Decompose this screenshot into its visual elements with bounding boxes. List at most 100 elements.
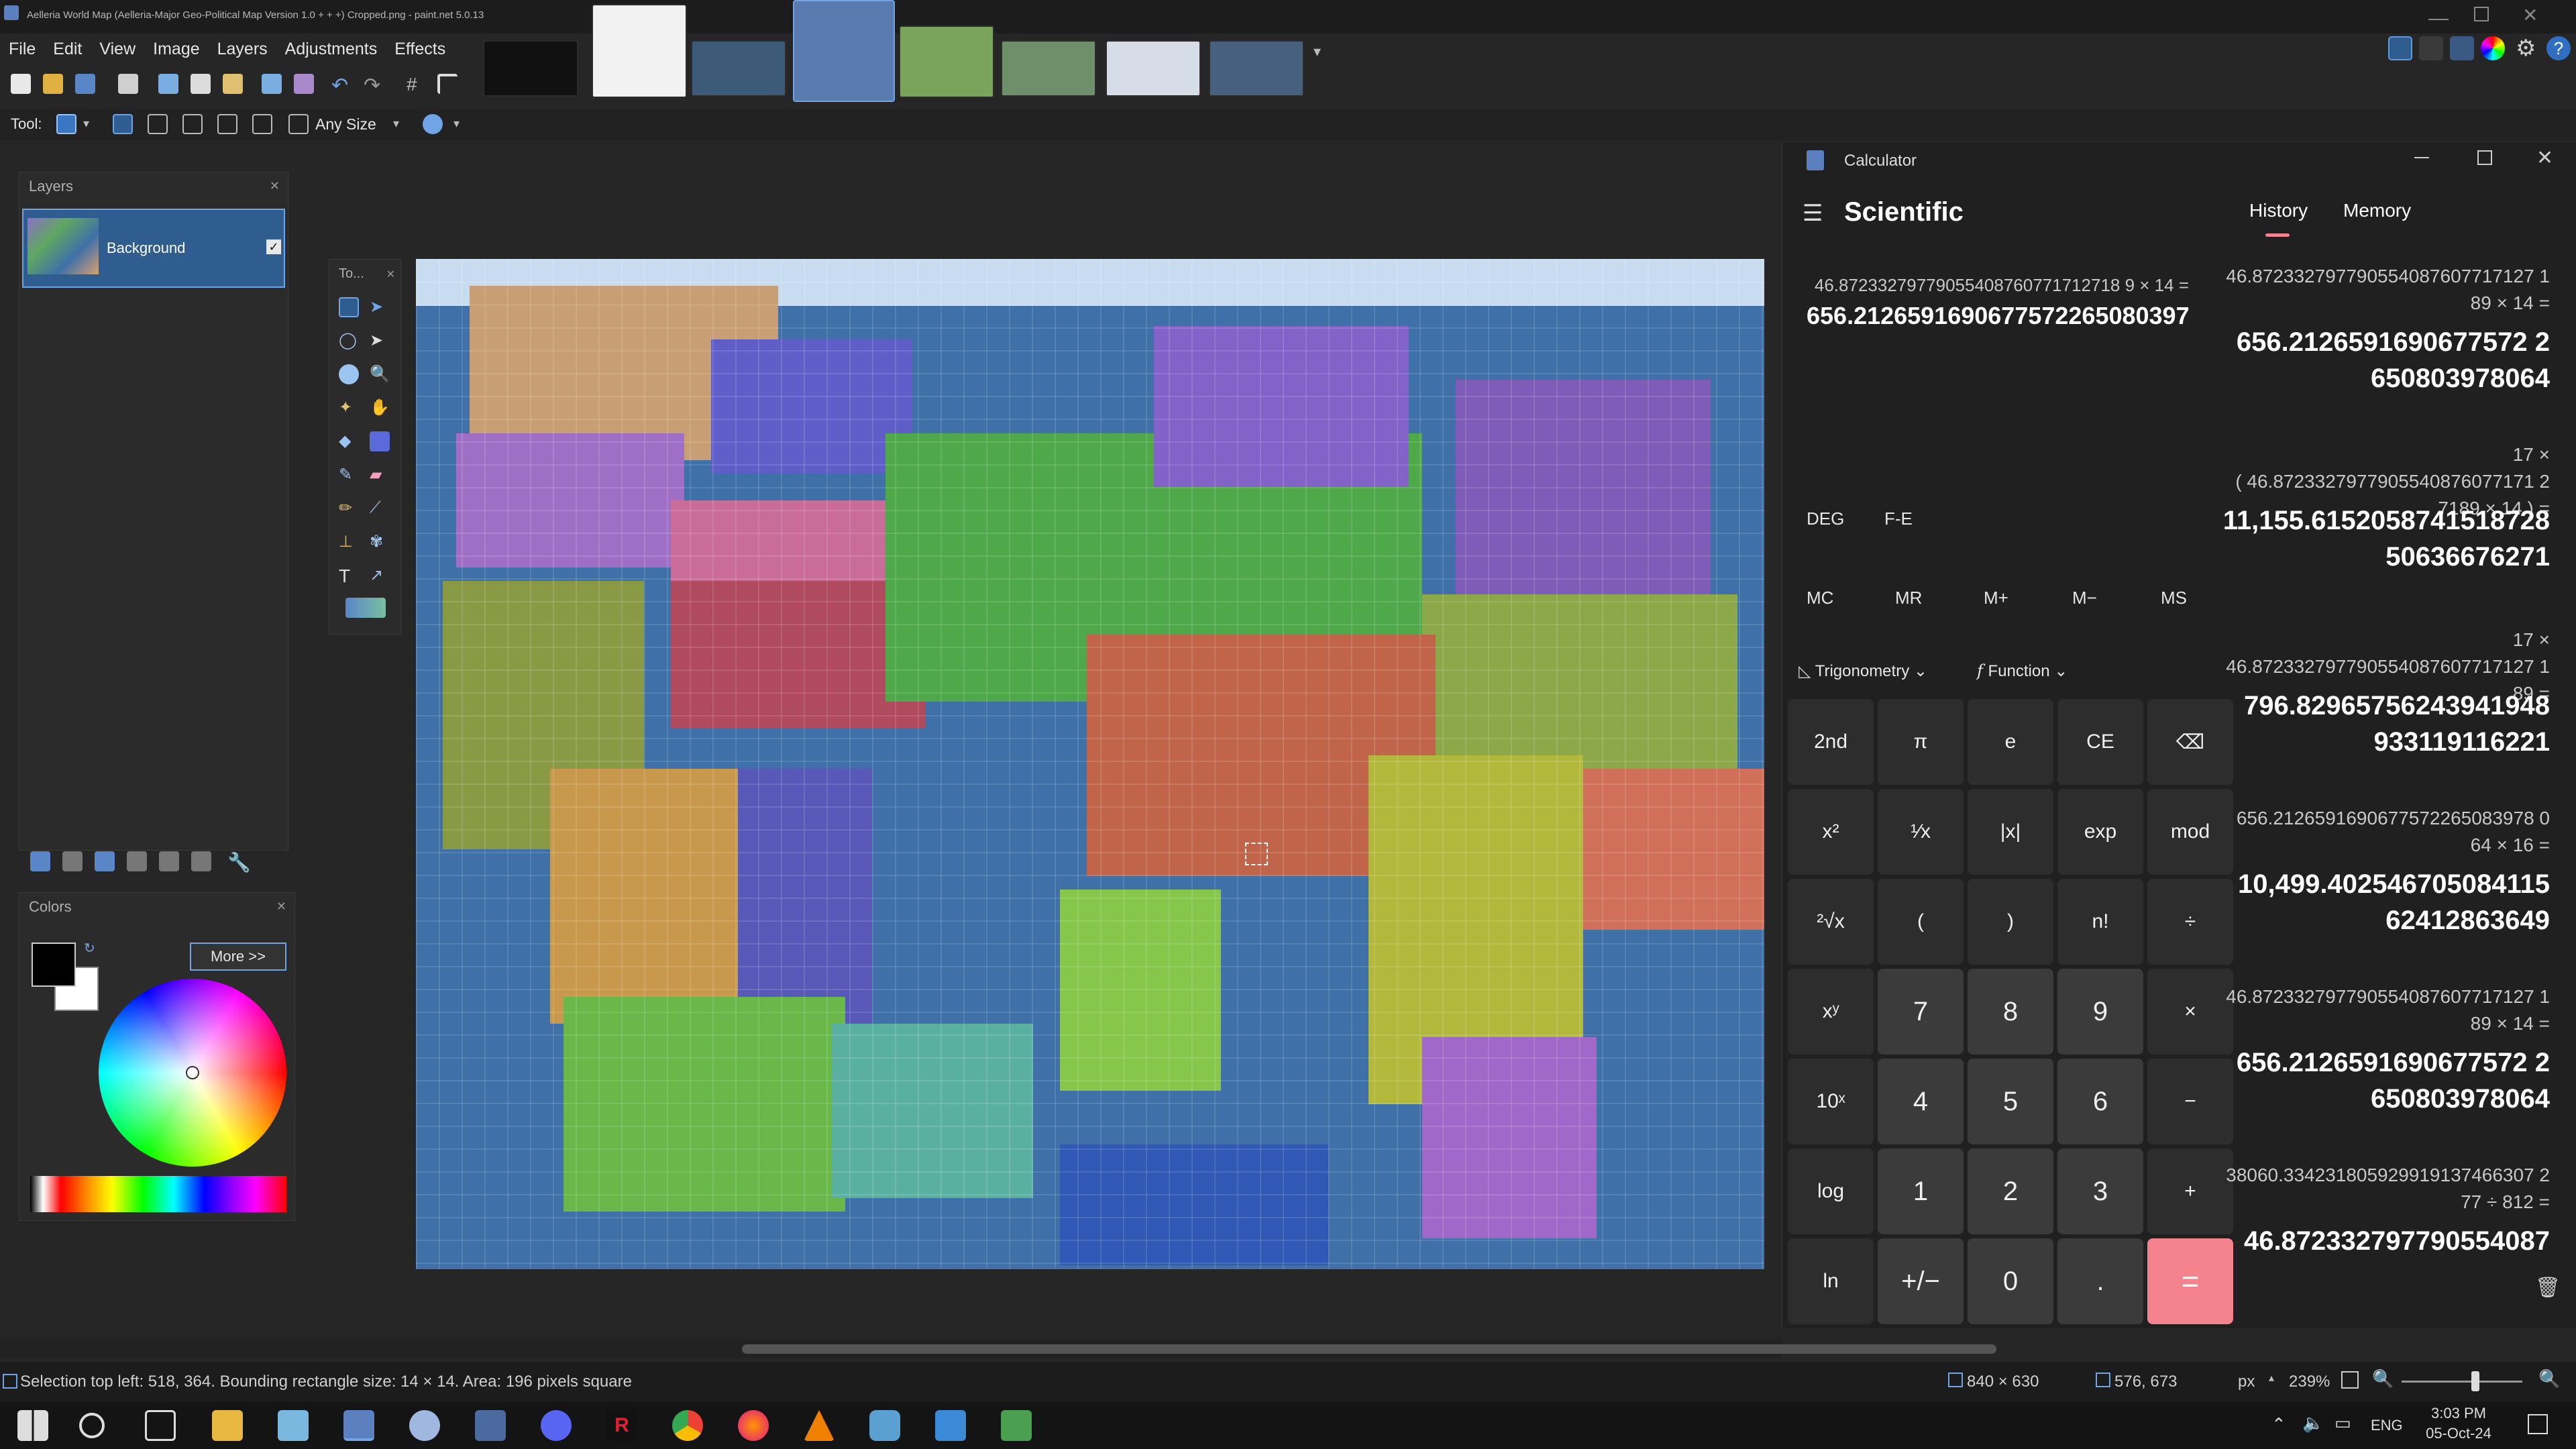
selection-mode-invert-icon[interactable] [252, 114, 272, 134]
abs-button[interactable]: |x| [1968, 789, 2053, 875]
zoom-out-icon[interactable]: 🔍 [2372, 1368, 2394, 1389]
square-button[interactable]: x² [1788, 789, 1874, 875]
ln-button[interactable]: ln [1788, 1238, 1874, 1324]
zoom-in-icon[interactable]: 🔍 [2538, 1368, 2560, 1389]
ten-power-button[interactable]: 10ˣ [1788, 1059, 1874, 1144]
digit-2-button[interactable]: 2 [1968, 1148, 2053, 1234]
scrollbar-thumb[interactable] [742, 1344, 1996, 1354]
calc-maximize-button[interactable] [2477, 150, 2492, 165]
selection-mode-union-icon[interactable] [148, 114, 168, 134]
second-button[interactable]: 2nd [1788, 699, 1874, 785]
search-icon[interactable] [79, 1413, 105, 1438]
paintbrush-icon[interactable]: ✎ [339, 465, 359, 485]
chrome-icon[interactable] [672, 1410, 703, 1441]
sqrt-button[interactable]: ²√x [1788, 879, 1874, 965]
digit-4-button[interactable]: 4 [1878, 1059, 1964, 1144]
colors-toggle-icon[interactable] [2481, 36, 2505, 60]
start-windows-icon[interactable] [17, 1410, 48, 1441]
antialias-icon[interactable] [423, 114, 443, 134]
photos-icon[interactable] [935, 1410, 966, 1441]
layer-properties-icon[interactable]: 🔧 [227, 851, 251, 873]
recolor-icon[interactable]: ✾ [370, 532, 390, 552]
crop-icon[interactable] [262, 74, 282, 94]
tools-toggle-icon[interactable] [2388, 36, 2412, 60]
m-plus-button[interactable]: M+ [1984, 588, 2008, 608]
discord-icon[interactable] [541, 1410, 572, 1441]
add-layer-icon[interactable] [30, 851, 50, 871]
palette-strip[interactable] [30, 1176, 286, 1212]
antialias-dropdown-icon[interactable]: ▾ [453, 117, 460, 131]
layers-panel-close-icon[interactable]: ✕ [270, 179, 280, 193]
tabs-dropdown-icon[interactable]: ▾ [1313, 43, 1321, 60]
image-tab[interactable] [1001, 40, 1096, 97]
fe-button[interactable]: F-E [1884, 508, 1913, 529]
unit-selector[interactable]: px [2238, 1373, 2255, 1391]
pencil-icon[interactable]: ✏ [339, 498, 359, 519]
zoom-slider-track[interactable] [2402, 1371, 2522, 1391]
cut-icon[interactable] [158, 74, 178, 94]
exp-button[interactable]: exp [2057, 789, 2143, 875]
clone-stamp-icon[interactable]: ⊥ [339, 532, 359, 552]
merge-layer-icon[interactable] [127, 851, 147, 871]
tab-history[interactable]: History [2249, 200, 2308, 221]
ellipse-select-icon[interactable] [339, 364, 359, 384]
move-selected-icon[interactable]: ➤ [370, 297, 390, 317]
factorial-button[interactable]: n! [2057, 879, 2143, 965]
rectangle-select-icon[interactable] [339, 297, 359, 317]
tray-chevron-icon[interactable]: ⌃ [2271, 1414, 2286, 1435]
digit-9-button[interactable]: 9 [2057, 969, 2143, 1055]
delete-layer-icon[interactable] [62, 851, 83, 871]
menu-view[interactable]: View [91, 40, 144, 59]
pi-button[interactable]: π [1878, 699, 1964, 785]
pan-icon[interactable]: ✋ [370, 398, 390, 418]
digit-0-button[interactable]: 0 [1968, 1238, 2053, 1324]
primary-color-swatch[interactable] [32, 943, 76, 987]
clock-time[interactable]: 3:03 PM [2428, 1405, 2489, 1422]
grid-icon[interactable]: # [407, 74, 427, 95]
copy-icon[interactable] [191, 74, 211, 94]
digit-7-button[interactable]: 7 [1878, 969, 1964, 1055]
minimize-button[interactable] [2428, 7, 2449, 20]
color-picker-icon[interactable]: ⟋ [370, 498, 390, 519]
sheet-app-icon[interactable] [1001, 1410, 1032, 1441]
colors-panel-close-icon[interactable]: ✕ [276, 900, 286, 914]
swap-colors-icon[interactable]: ↻ [84, 940, 95, 957]
app-taskbar-icon[interactable] [475, 1410, 506, 1441]
move-layer-down-icon[interactable] [191, 851, 211, 871]
notepad-icon[interactable] [278, 1410, 309, 1441]
duplicate-layer-icon[interactable] [95, 851, 115, 871]
more-colors-button[interactable]: More >> [190, 943, 286, 971]
selection-size-icon[interactable] [288, 114, 309, 134]
paint-net-taskbar-icon[interactable] [409, 1410, 440, 1441]
clear-entry-button[interactable]: CE [2057, 699, 2143, 785]
eraser-icon[interactable]: ▰ [370, 465, 390, 485]
game-app-icon[interactable] [869, 1410, 900, 1441]
paste-icon[interactable] [223, 74, 243, 94]
move-selection-icon[interactable]: ➤ [370, 331, 390, 351]
color-wheel[interactable] [99, 979, 286, 1167]
reciprocal-button[interactable]: ¹⁄x [1878, 789, 1964, 875]
image-canvas[interactable] [416, 259, 1764, 1269]
new-file-icon[interactable] [11, 74, 31, 94]
decimal-button[interactable]: . [2057, 1238, 2143, 1324]
zoom-icon[interactable]: 🔍 [370, 364, 390, 384]
menu-effects[interactable]: Effects [386, 40, 454, 59]
gradient-icon[interactable] [370, 431, 390, 451]
digit-5-button[interactable]: 5 [1968, 1059, 2053, 1144]
power-button[interactable]: xʸ [1788, 969, 1874, 1055]
text-tool-icon[interactable]: T [339, 566, 359, 586]
negate-button[interactable]: +/− [1878, 1238, 1964, 1324]
close-paren-button[interactable]: ) [1968, 879, 2053, 965]
notifications-icon[interactable] [2528, 1414, 2548, 1434]
trigonometry-dropdown[interactable]: ◺ Trigonometry ⌄ [1799, 661, 1953, 688]
paint-bucket-icon[interactable]: ◆ [339, 431, 359, 451]
firefox-icon[interactable] [738, 1410, 769, 1441]
settings-gear-icon[interactable]: ⚙ [2516, 35, 2536, 62]
tool-dropdown-icon[interactable]: ▾ [83, 117, 89, 131]
volume-icon[interactable]: 🔈 [2302, 1413, 2324, 1434]
image-tab[interactable] [1209, 40, 1304, 97]
history-toggle-icon[interactable] [2419, 36, 2443, 60]
layers-toggle-icon[interactable] [2450, 36, 2474, 60]
menu-adjustments[interactable]: Adjustments [276, 40, 386, 59]
e-button[interactable]: e [1968, 699, 2053, 785]
